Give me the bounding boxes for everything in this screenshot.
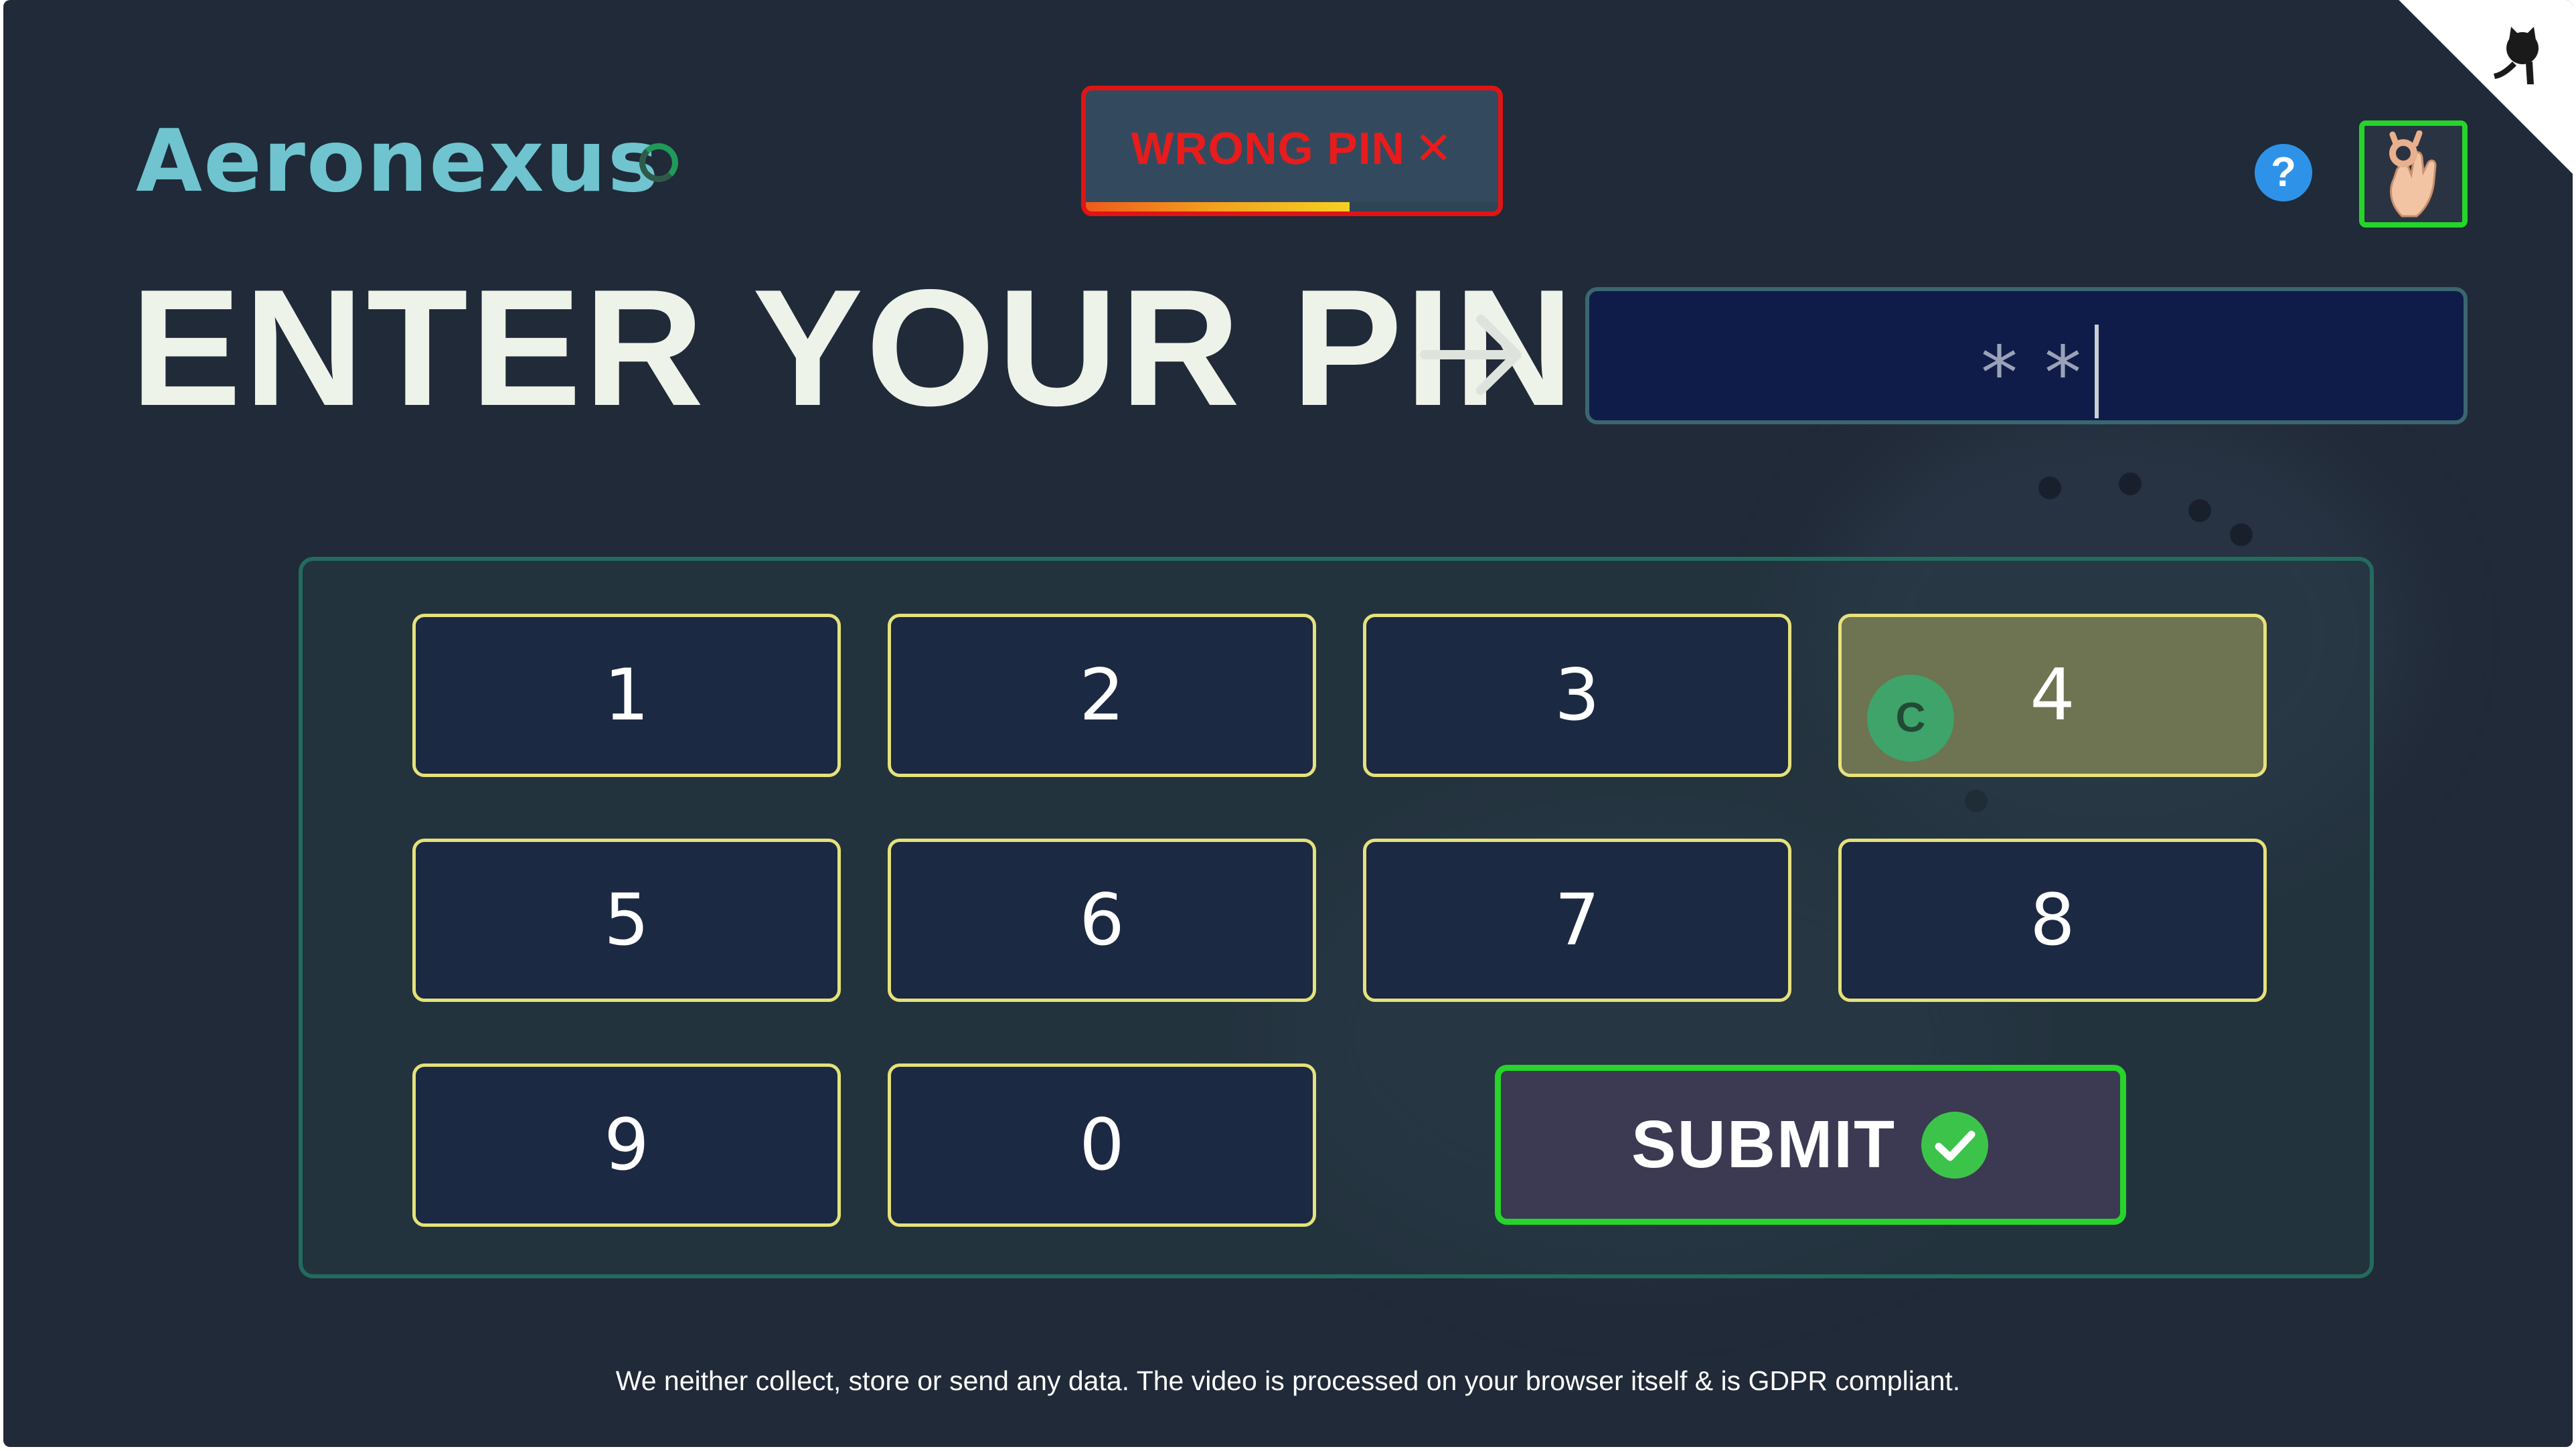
check-circle-icon	[1921, 1111, 1989, 1179]
close-icon: ✕	[1414, 123, 1453, 174]
keypad-key-9[interactable]: 9	[412, 1063, 841, 1227]
keypad-key-6[interactable]: 6	[888, 839, 1316, 1002]
keypad-key-2[interactable]: 2	[888, 614, 1316, 777]
tracking-dot	[2038, 477, 2061, 499]
arrow-right-icon	[1420, 315, 1522, 395]
page-title: ENTER YOUR PIN	[131, 254, 1577, 440]
help-button[interactable]: ?	[2255, 144, 2312, 201]
tracking-dot	[2230, 523, 2253, 546]
alert-label: WRONG PIN	[1131, 123, 1405, 174]
pin-entry-screen: Aeronexus WRONG PIN ✕ ? ENTER YOUR PIN **…	[3, 0, 2573, 1447]
pin-input[interactable]: **	[1585, 287, 2468, 424]
privacy-notice: We neither collect, store or send any da…	[615, 1365, 1961, 1396]
keypad-key-0[interactable]: 0	[888, 1063, 1316, 1227]
hand-cursor-indicator: C	[1867, 675, 1954, 762]
submit-label: SUBMIT	[1631, 1107, 1897, 1182]
pin-value-display: **	[1589, 325, 2464, 425]
pin-masked-value: **	[1981, 330, 2108, 416]
tracking-dot	[2188, 499, 2211, 522]
text-caret	[2095, 325, 2099, 418]
alert-timer-track	[1086, 202, 1498, 211]
alert-message: WRONG PIN ✕	[1086, 122, 1498, 175]
app-logo: Aeronexus	[136, 112, 660, 211]
wrong-pin-alert: WRONG PIN ✕	[1081, 86, 1503, 216]
submit-button[interactable]: SUBMIT	[1495, 1065, 2126, 1225]
keypad-key-8[interactable]: 8	[1838, 839, 2267, 1002]
keypad-key-7[interactable]: 7	[1363, 839, 1791, 1002]
tracking-dot	[2119, 473, 2142, 495]
keypad-key-5[interactable]: 5	[412, 839, 841, 1002]
loading-spinner-icon	[639, 143, 678, 182]
alert-timer-bar	[1086, 202, 1350, 211]
github-octocat-icon[interactable]	[2486, 20, 2553, 87]
keypad-key-1[interactable]: 1	[412, 614, 841, 777]
keypad-key-3[interactable]: 3	[1363, 614, 1791, 777]
